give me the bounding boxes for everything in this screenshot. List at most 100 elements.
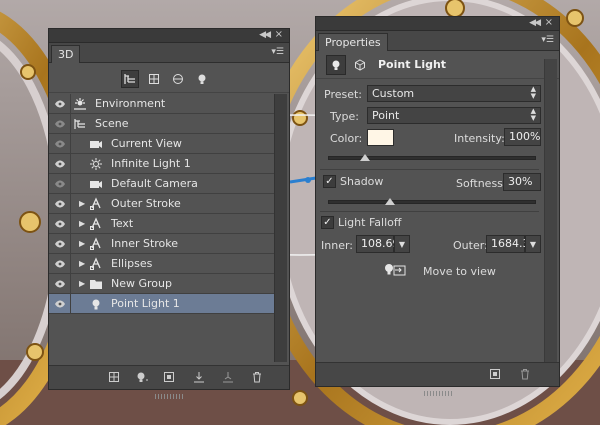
panel-3d-tabrow: 3D ▾☰: [49, 43, 289, 63]
inner-label: Inner:: [321, 239, 353, 252]
close-icon[interactable]: ×: [275, 29, 283, 40]
visibility-eye-icon[interactable]: [49, 274, 71, 294]
visibility-eye-icon[interactable]: [49, 154, 71, 174]
drop-to-plane-icon[interactable]: [192, 370, 206, 384]
collapse-icon[interactable]: ◀◀: [259, 30, 271, 40]
layer-row[interactable]: Point Light 1: [49, 294, 274, 314]
light-properties-icon[interactable]: [326, 55, 346, 75]
type-value: Point: [372, 109, 400, 122]
outer-field[interactable]: 1684.3: [486, 235, 530, 253]
panel-menu-icon[interactable]: ▾☰: [271, 47, 284, 57]
new-constraint-icon[interactable]: [162, 370, 176, 384]
environment-icon: [73, 97, 87, 111]
mesh-filter-icon[interactable]: [145, 70, 163, 88]
type-select[interactable]: Point ▲ ▼: [367, 107, 541, 124]
move-to-view-label[interactable]: Move to view: [423, 265, 496, 278]
move-to-view-icon[interactable]: [383, 262, 407, 278]
inner-field[interactable]: 108.69: [356, 235, 400, 253]
select-arrows-icon: ▲ ▼: [530, 107, 536, 122]
layer-name: Ellipses: [111, 257, 153, 270]
softness-field[interactable]: 30%: [503, 173, 541, 191]
render-icon[interactable]: [488, 367, 502, 381]
layer-name: Environment: [95, 97, 166, 110]
intensity-slider-thumb[interactable]: [360, 154, 371, 161]
camera-icon: [89, 137, 103, 151]
visibility-eye-icon[interactable]: [49, 254, 71, 274]
light-falloff-checkbox[interactable]: ✓: [321, 216, 334, 229]
point-light-icon: [89, 297, 103, 311]
panel-resize-grip[interactable]: [423, 391, 452, 396]
layer-name: Scene: [95, 117, 129, 130]
light-color-swatch[interactable]: [367, 129, 394, 146]
layer-row[interactable]: Current View: [49, 134, 274, 154]
tab-properties[interactable]: Properties: [318, 33, 388, 51]
close-icon[interactable]: ×: [545, 17, 553, 28]
layer-row[interactable]: ▶ Outer Stroke: [49, 194, 274, 214]
shadow-checkbox[interactable]: ✓: [323, 175, 336, 188]
type-label: Type:: [330, 110, 359, 123]
layer-row[interactable]: ▶ Text: [49, 214, 274, 234]
expand-chevron-icon[interactable]: ▶: [79, 199, 85, 208]
expand-chevron-icon[interactable]: ▶: [79, 239, 85, 248]
visibility-eye-icon[interactable]: [49, 214, 71, 234]
divider: [320, 211, 539, 212]
preset-value: Custom: [372, 87, 415, 100]
layer-name: Current View: [111, 137, 182, 150]
layer-name: Text: [111, 217, 134, 230]
mesh-icon: [89, 197, 103, 211]
panel-3d-topbar[interactable]: ◀◀ ×: [49, 29, 289, 43]
expand-chevron-icon[interactable]: ▶: [79, 219, 85, 228]
softness-slider-thumb[interactable]: [385, 198, 396, 205]
coordinates-icon[interactable]: [350, 55, 370, 75]
visibility-eye-icon[interactable]: [49, 174, 71, 194]
layer-row[interactable]: Scene: [49, 114, 274, 134]
outer-dropdown[interactable]: ▼: [525, 235, 541, 253]
material-filter-icon[interactable]: [169, 70, 187, 88]
panel-properties-tabrow: Properties ▾☰: [316, 31, 559, 51]
layer-row[interactable]: Environment: [49, 94, 274, 114]
camera-icon: [89, 177, 103, 191]
visibility-eye-icon[interactable]: [49, 134, 71, 154]
layer-row[interactable]: Default Camera: [49, 174, 274, 194]
add-light-icon[interactable]: [135, 370, 149, 384]
panel-menu-icon[interactable]: ▾☰: [541, 35, 554, 45]
inner-dropdown[interactable]: ▼: [394, 235, 410, 253]
panel-properties: ◀◀ × Properties ▾☰ Point Light Preset: C…: [315, 16, 560, 396]
panel-properties-footer: [316, 362, 559, 396]
select-arrows-icon: ▲ ▼: [530, 85, 536, 100]
properties-scrollbar[interactable]: [544, 59, 557, 364]
layer-name: Infinite Light 1: [111, 157, 191, 170]
panel-resize-grip[interactable]: [155, 394, 183, 399]
delete-icon[interactable]: [518, 367, 532, 381]
layer-name: Default Camera: [111, 177, 198, 190]
visibility-eye-icon[interactable]: [49, 114, 71, 134]
panel-properties-topbar[interactable]: ◀◀ ×: [316, 17, 559, 31]
visibility-eye-icon[interactable]: [49, 94, 71, 114]
layer-row[interactable]: ▶ New Group: [49, 274, 274, 294]
intensity-slider[interactable]: [328, 156, 536, 160]
properties-title: Point Light: [378, 58, 447, 71]
intensity-field[interactable]: 100%: [504, 128, 541, 146]
visibility-eye-icon[interactable]: [49, 194, 71, 214]
light-filter-icon[interactable]: [193, 70, 211, 88]
layer-row[interactable]: ▶ Ellipses: [49, 254, 274, 274]
expand-chevron-icon[interactable]: ▶: [79, 259, 85, 268]
scene-icon: [73, 117, 87, 131]
layer-row[interactable]: Infinite Light 1: [49, 154, 274, 174]
scene-filter-icon[interactable]: [121, 70, 139, 88]
new-mesh-icon[interactable]: [107, 370, 121, 384]
collapse-icon[interactable]: ◀◀: [529, 18, 541, 28]
visibility-eye-icon[interactable]: [49, 234, 71, 254]
preset-label: Preset:: [324, 88, 363, 101]
mesh-icon: [89, 237, 103, 251]
preset-select[interactable]: Custom ▲ ▼: [367, 85, 541, 102]
expand-chevron-icon[interactable]: ▶: [79, 279, 85, 288]
visibility-eye-icon[interactable]: [49, 294, 71, 314]
delete-icon[interactable]: [250, 370, 264, 384]
layer-list-scrollbar[interactable]: [274, 94, 287, 362]
tab-3d[interactable]: 3D: [51, 45, 81, 63]
toggle-lights-icon[interactable]: [221, 370, 235, 384]
divider: [320, 169, 539, 170]
softness-slider[interactable]: [328, 200, 536, 204]
layer-row[interactable]: ▶ Inner Stroke: [49, 234, 274, 254]
